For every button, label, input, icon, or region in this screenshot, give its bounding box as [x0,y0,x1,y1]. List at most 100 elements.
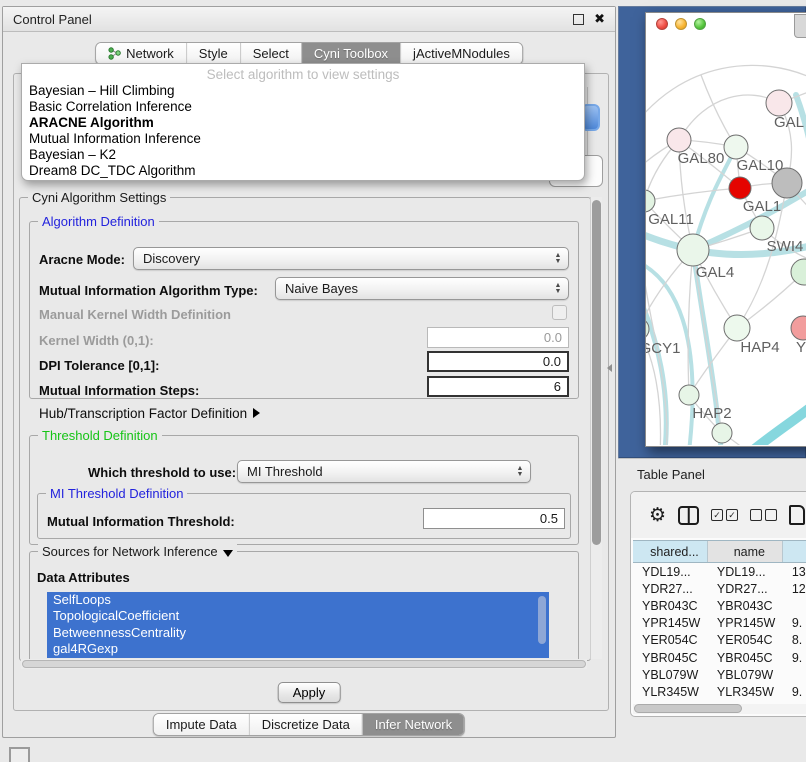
network-edge[interactable] [679,95,779,140]
attribute-item-selected[interactable]: gal4RGexp [47,641,549,657]
table-cell[interactable]: YER054C [708,633,783,647]
algorithm-option[interactable]: Bayesian – K2 [22,147,584,163]
table-cell[interactable]: YBR045C [633,651,708,665]
table-cell[interactable]: YBL079W [633,668,708,682]
network-node[interactable] [679,385,699,405]
network-node[interactable] [772,168,802,198]
table-cell[interactable]: 9. [783,651,806,665]
column-header[interactable]: name [708,541,783,562]
close-panel-icon[interactable]: ✖ [594,14,605,24]
table-cell[interactable]: YIL052C [633,702,708,703]
table-row[interactable]: YBL079WYBL079W [633,666,806,683]
column-header[interactable] [783,541,806,562]
table-horizontal-scrollbar[interactable] [633,704,806,714]
attribute-item-selected[interactable]: TopologicalCoefficient [47,608,549,624]
table-row[interactable]: YBR045CYBR045C9. [633,649,806,666]
table-cell[interactable]: YER054C [633,633,708,647]
deselect-all-columns-icon[interactable] [750,509,777,521]
manual-kernel-checkbox[interactable] [552,305,567,320]
tab-select[interactable]: Select [240,43,301,64]
network-node[interactable] [646,190,655,212]
network-canvas[interactable]: GALGAL80GAL10GAL1GAL11SWI4GAL4GCY1HAP4YH… [646,35,806,445]
aracne-mode-select[interactable]: Discovery ▲▼ [133,247,569,270]
network-node[interactable] [729,177,751,199]
table-cell[interactable]: 12 [783,582,806,596]
table-cell[interactable]: 9. [783,685,806,699]
mi-threshold-field[interactable]: 0.5 [423,508,565,529]
tab-cyni-toolbox[interactable]: Cyni Toolbox [301,43,400,64]
network-node[interactable] [750,216,774,240]
network-node[interactable] [724,315,750,341]
network-node[interactable] [677,234,709,266]
splitpane-grip-icon[interactable] [607,364,612,372]
column-header[interactable]: shared... [633,541,708,562]
which-threshold-select[interactable]: MI Threshold ▲▼ [237,460,531,483]
attribute-item-selected[interactable]: SelfLoops [47,592,549,608]
network-node[interactable] [791,259,806,285]
settings-vertical-scrollbar[interactable] [590,197,602,659]
settings-vscroll-thumb[interactable] [592,200,601,545]
table-row[interactable]: YLR345WYLR345W9. [633,683,806,700]
table-cell[interactable]: YPR145W [708,616,783,630]
tab-impute-data[interactable]: Impute Data [154,714,249,735]
attribute-item-selected[interactable]: BetweennessCentrality [47,625,549,641]
table-cell[interactable]: 13 [783,565,806,579]
table-row[interactable]: YER054CYER054C8. [633,632,806,649]
network-node[interactable] [712,423,732,443]
settings-horizontal-scrollbar[interactable] [21,659,587,669]
algorithm-option[interactable]: Mutual Information Inference [22,131,584,147]
hub-definition-toggle[interactable]: Hub/Transcription Factor Definition [39,406,260,421]
algorithm-option[interactable]: Bayesian – Hill Climbing [22,83,584,99]
table-cell[interactable]: YDL19... [633,565,708,579]
network-edge[interactable] [646,188,740,201]
table-row[interactable]: YDR27...YDR27...12 [633,580,806,597]
new-table-icon[interactable] [789,505,805,525]
algorithm-option[interactable]: Dream8 DC_TDC Algorithm [22,163,584,179]
table-row[interactable]: YIL052CYIL052C9 [633,701,806,704]
algorithm-option[interactable]: Basic Correlation Inference [22,99,584,115]
gear-icon[interactable]: ⚙ [649,504,666,527]
table-cell[interactable]: YLR345W [708,685,783,699]
node-table[interactable]: shared...nameYDL19...YDL19...13YDR27...Y… [633,540,806,703]
table-cell[interactable]: YBR043C [633,599,708,613]
algorithm-option[interactable]: ARACNE Algorithm [22,115,584,131]
tab-discretize-data[interactable]: Discretize Data [249,714,362,735]
kernel-width-field[interactable]: 0.0 [427,327,569,348]
table-hscroll-thumb[interactable] [634,704,742,713]
mi-type-select[interactable]: Naive Bayes ▲▼ [275,277,569,300]
tab-network[interactable]: Network [96,43,186,64]
table-row[interactable]: YDL19...YDL19...13 [633,563,806,580]
table-row[interactable]: YPR145WYPR145W9. [633,615,806,632]
network-node[interactable] [791,316,806,340]
network-node[interactable] [724,135,748,159]
minimize-window-icon[interactable] [675,18,687,30]
expanded-arrow-icon[interactable] [223,550,233,557]
apply-button[interactable]: Apply [278,682,341,703]
float-panel-icon[interactable] [573,14,584,25]
tab-infer-network[interactable]: Infer Network [362,714,464,735]
collapsed-panel-icon[interactable] [9,747,30,762]
close-window-icon[interactable] [656,18,668,30]
settings-hscroll-thumb[interactable] [22,660,586,668]
table-cell[interactable]: 9. [783,616,806,630]
table-cell[interactable]: YBR045C [708,651,783,665]
dpi-tolerance-field[interactable]: 0.0 [427,351,569,372]
table-cell[interactable]: YBL079W [708,668,783,682]
select-all-columns-icon[interactable]: ✓✓ [711,509,738,521]
network-edge-highlighted[interactable] [741,397,806,445]
table-cell[interactable]: YIL052C [708,702,783,703]
table-cell[interactable]: YPR145W [633,616,708,630]
table-cell[interactable]: 9 [783,702,806,703]
table-cell[interactable]: YBR043C [708,599,783,613]
table-cell[interactable]: 8. [783,633,806,647]
tab-style[interactable]: Style [186,43,240,64]
network-node[interactable] [766,90,792,116]
table-cell[interactable]: YDR27... [633,582,708,596]
table-cell[interactable]: YDL19... [708,565,783,579]
list-scrollbar-thumb[interactable] [538,596,546,644]
columns-icon[interactable] [678,506,699,525]
network-edge-highlighted[interactable] [646,287,666,445]
mi-steps-field[interactable]: 6 [427,376,569,397]
tab-jactivemnodules[interactable]: jActiveMNodules [400,43,522,64]
network-view-window[interactable]: GALGAL80GAL10GAL1GAL11SWI4GAL4GCY1HAP4YH… [645,12,806,447]
